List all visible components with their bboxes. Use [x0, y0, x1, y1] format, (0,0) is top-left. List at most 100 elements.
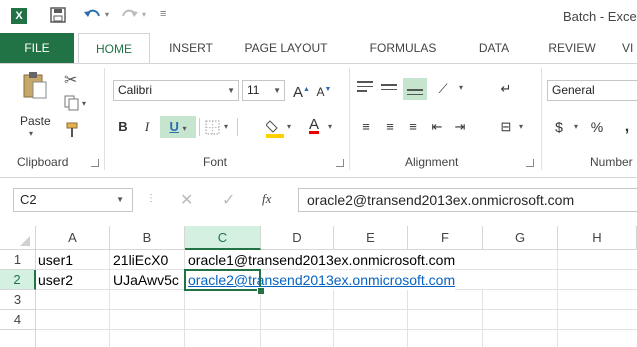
tab-review[interactable]: REVIEW	[538, 33, 606, 64]
underline-label: U	[169, 119, 179, 134]
tab-page-layout[interactable]: PAGE LAYOUT	[235, 33, 337, 64]
shrink-font-label: A	[316, 85, 325, 99]
tab-file[interactable]: FILE	[0, 33, 74, 64]
borders-dropdown-icon[interactable]: ▾	[224, 122, 228, 131]
worksheet-grid: A B C D E F G H 1 2 3 4 user1 21liEcX0 o…	[0, 226, 637, 347]
formula-bar: C2 ▼ ⋮ ✕ ✓ fx oracle2@transend2013ex.onm…	[0, 179, 637, 223]
decrease-indent-icon[interactable]: ⇤	[428, 116, 446, 138]
cell-a2[interactable]: user2	[38, 270, 73, 290]
copy-icon[interactable]	[64, 95, 80, 114]
select-all-corner[interactable]	[0, 226, 36, 250]
bold-button[interactable]: B	[115, 116, 131, 138]
enter-icon[interactable]: ✓	[222, 190, 235, 210]
customize-qat-icon[interactable]: ≡	[160, 8, 166, 20]
font-name-value: Calibri	[118, 83, 153, 97]
align-right-icon[interactable]: ≡	[404, 116, 422, 138]
row-header-5[interactable]	[0, 330, 36, 347]
column-header-d[interactable]: D	[261, 226, 334, 250]
tab-view[interactable]: VI	[622, 33, 637, 64]
column-header-a[interactable]: A	[36, 226, 110, 250]
redo-icon[interactable]	[119, 7, 139, 28]
grid-line	[557, 250, 558, 347]
paste-label[interactable]: Paste	[20, 114, 51, 128]
wrap-text-icon[interactable]: ↵	[497, 78, 515, 100]
font-launcher-icon[interactable]	[336, 159, 344, 167]
undo-dropdown-icon[interactable]: ▾	[105, 10, 109, 19]
percent-button[interactable]: %	[590, 116, 604, 138]
clipboard-launcher-icon[interactable]	[91, 159, 99, 167]
number-format-combo[interactable]: General	[547, 80, 637, 101]
tab-formulas[interactable]: FORMULAS	[358, 33, 448, 64]
insert-function-icon[interactable]: fx	[262, 191, 271, 207]
undo-icon[interactable]	[83, 7, 103, 28]
paste-dropdown-icon[interactable]: ▾	[29, 129, 33, 138]
row-header-2[interactable]: 2	[0, 270, 36, 290]
align-center-icon[interactable]: ≡	[381, 116, 399, 138]
tab-data[interactable]: DATA	[466, 33, 522, 64]
grow-font-button[interactable]: A▲	[293, 79, 310, 101]
ribbon-home: Paste ▾ ✂ ▾ Clipboard Calibri ▼ 11 ▼ A▲ …	[0, 63, 637, 178]
excel-logo-icon: X	[11, 8, 27, 24]
underline-button[interactable]: U ▾	[160, 116, 196, 138]
number-format-value: General	[552, 83, 595, 97]
number-group-label: Number	[590, 155, 633, 169]
tab-home[interactable]: HOME	[78, 33, 150, 64]
save-icon[interactable]	[50, 7, 66, 28]
row-header-1[interactable]: 1	[0, 250, 36, 270]
orientation-icon[interactable]: ⟋	[434, 78, 452, 100]
shrink-font-button[interactable]: A▼	[316, 79, 332, 101]
alignment-launcher-icon[interactable]	[526, 159, 534, 167]
copy-dropdown-icon[interactable]: ▾	[82, 99, 86, 108]
orientation-dropdown-icon[interactable]: ▾	[459, 83, 463, 92]
italic-button[interactable]: I	[139, 116, 155, 138]
top-align-icon[interactable]	[357, 78, 373, 100]
column-header-e[interactable]: E	[334, 226, 408, 250]
column-header-c[interactable]: C	[185, 226, 261, 250]
chevron-down-icon: ▼	[273, 86, 281, 95]
cell-c2-hyperlink[interactable]: oracle2@transend2013ex.onmicrosoft.com	[188, 270, 456, 290]
paste-icon[interactable]	[22, 71, 48, 104]
cancel-icon[interactable]: ✕	[180, 190, 193, 210]
row-header-3[interactable]: 3	[0, 290, 36, 310]
cell-a1[interactable]: user1	[38, 250, 73, 270]
divider	[199, 118, 200, 136]
font-size-combo[interactable]: 11 ▼	[242, 80, 285, 101]
grid-line	[482, 290, 483, 347]
fill-color-dropdown-icon[interactable]: ▾	[287, 122, 291, 131]
name-box[interactable]: C2 ▼	[13, 188, 133, 212]
merge-center-icon[interactable]: ⊟	[497, 116, 515, 138]
chevron-down-icon: ▼	[116, 195, 124, 204]
row-header-4[interactable]: 4	[0, 310, 36, 330]
align-left-icon[interactable]: ≡	[357, 116, 375, 138]
format-painter-icon[interactable]	[64, 122, 80, 141]
borders-icon[interactable]	[205, 120, 220, 138]
column-header-b[interactable]: B	[110, 226, 185, 250]
middle-align-icon[interactable]	[381, 78, 397, 100]
font-color-icon[interactable]: A	[305, 116, 323, 140]
fill-handle[interactable]	[257, 287, 265, 295]
increase-indent-icon[interactable]: ⇥	[451, 116, 469, 138]
formula-input[interactable]: oracle2@transend2013ex.onmicrosoft.com	[298, 188, 637, 212]
tab-insert[interactable]: INSERT	[158, 33, 224, 64]
redo-dropdown-icon[interactable]: ▾	[142, 10, 146, 19]
bottom-align-icon[interactable]	[403, 78, 427, 100]
chevron-down-icon: ▾	[182, 124, 187, 133]
font-name-combo[interactable]: Calibri ▼	[113, 80, 239, 101]
merge-dropdown-icon[interactable]: ▾	[519, 122, 523, 131]
grid-line	[109, 250, 110, 347]
column-header-f[interactable]: F	[408, 226, 483, 250]
grid-line	[184, 250, 185, 347]
cut-icon[interactable]: ✂	[64, 70, 77, 90]
cell-b2[interactable]: UJaAwv5c	[113, 270, 184, 290]
font-color-dropdown-icon[interactable]: ▾	[328, 122, 332, 131]
cell-c1[interactable]: oracle1@transend2013ex.onmicrosoft.com	[188, 250, 455, 270]
fill-color-icon[interactable]	[265, 118, 284, 141]
comma-button[interactable]: ,	[620, 116, 634, 138]
column-header-h[interactable]: H	[558, 226, 637, 250]
grid-line	[260, 290, 261, 347]
currency-button[interactable]: $	[552, 116, 566, 138]
currency-dropdown-icon[interactable]: ▾	[574, 122, 578, 131]
cell-b1[interactable]: 21liEcX0	[113, 250, 168, 270]
column-header-g[interactable]: G	[483, 226, 558, 250]
name-box-value: C2	[20, 192, 37, 207]
